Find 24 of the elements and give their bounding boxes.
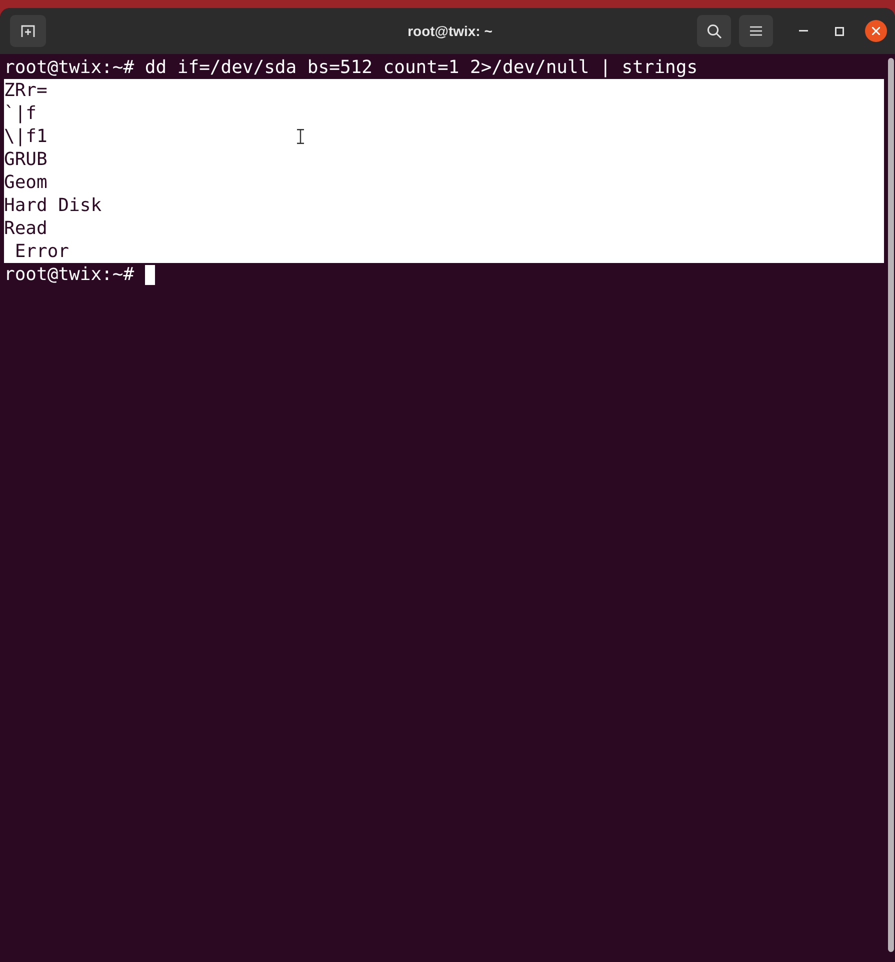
window-title: root@twix: ~: [406, 22, 494, 40]
new-tab-icon: [21, 24, 35, 38]
shell-prompt: root@twix:~#: [4, 263, 134, 286]
new-tab-button[interactable]: [10, 15, 46, 47]
menu-button[interactable]: [739, 15, 773, 47]
close-button[interactable]: [865, 20, 887, 42]
minimize-icon: [798, 30, 808, 32]
search-icon: [706, 24, 722, 38]
close-icon: [872, 27, 880, 35]
output-line: Geom: [4, 171, 48, 194]
output-line: GRUB: [4, 148, 48, 171]
terminal-area[interactable]: root@twix:~# dd if=/dev/sda bs=512 count=1 2>/dev/null | strings ZRr= `|f \|f1 GRUB Geom Hard Disk Read Error root@twix:~#: [0, 54, 888, 962]
command-line: root@twix:~# dd if=/dev/sda bs=512 count=1 2>/dev/null | strings: [4, 56, 698, 79]
scrollbar[interactable]: [888, 58, 894, 952]
output-line: Error: [14, 240, 70, 263]
maximize-icon: [834, 26, 844, 36]
output-line: ZRr=: [4, 79, 48, 102]
output-line: `|f: [4, 102, 37, 125]
output-line: Hard Disk: [4, 194, 102, 217]
text-cursor-icon: [297, 129, 304, 144]
search-button[interactable]: [697, 15, 731, 47]
menu-icon: [750, 26, 762, 36]
output-line: Read: [4, 217, 48, 240]
output-line: \|f1: [4, 125, 48, 148]
